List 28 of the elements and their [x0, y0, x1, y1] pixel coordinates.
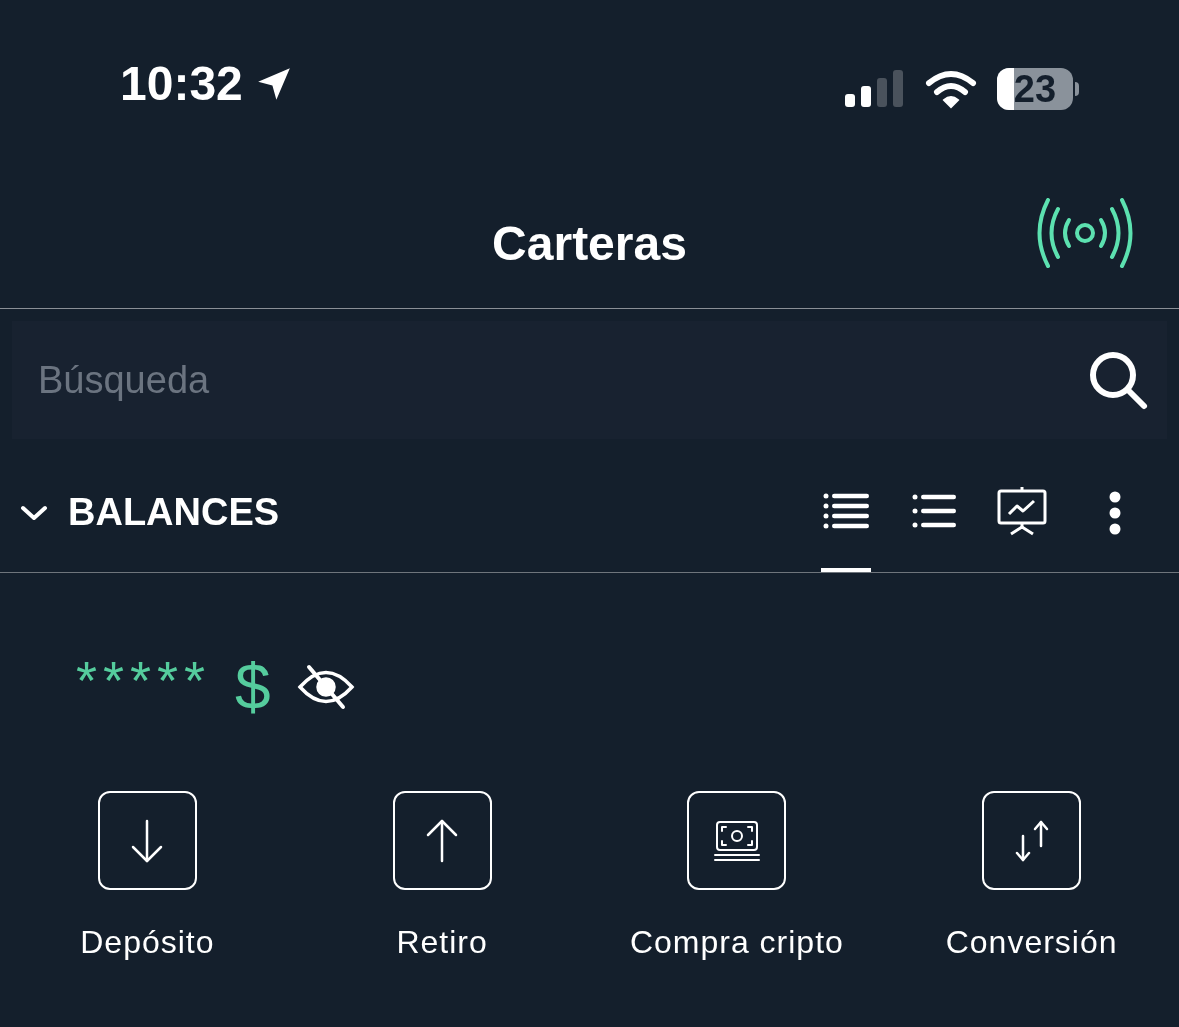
wifi-icon	[925, 69, 977, 109]
swap-arrows-icon	[1014, 819, 1049, 862]
section-toggle[interactable]: BALANCES	[20, 453, 280, 572]
status-time: 10:32	[120, 60, 243, 108]
chevron-icon	[20, 503, 48, 522]
balance-amount: *****	[76, 649, 212, 707]
action-button[interactable]	[392, 791, 492, 890]
action-label: Depósito	[80, 923, 215, 962]
presentation-chart-icon	[997, 485, 1047, 536]
search-icon[interactable]	[1087, 349, 1149, 411]
eye-off-icon	[296, 664, 355, 710]
action-label: Compra cripto	[629, 923, 844, 962]
battery-indicator: 23	[997, 68, 1079, 110]
signal-icon	[845, 70, 905, 108]
broadcast-button[interactable]	[1037, 198, 1133, 268]
search-field[interactable]: Búsqueda	[12, 321, 1167, 439]
currency-symbol: $	[235, 650, 271, 719]
page-title: Carteras	[492, 216, 687, 272]
action-button[interactable]	[982, 791, 1082, 890]
action-label: Conversión	[945, 923, 1118, 962]
action-label: Retiro	[396, 923, 488, 962]
list-icon	[912, 492, 956, 529]
banknote-icon	[713, 819, 760, 862]
more-icon	[1109, 490, 1121, 535]
action-button[interactable]	[687, 791, 787, 890]
action-button[interactable]	[97, 791, 197, 890]
detailed-list-icon	[823, 491, 869, 530]
broadcast-icon	[1037, 198, 1133, 268]
